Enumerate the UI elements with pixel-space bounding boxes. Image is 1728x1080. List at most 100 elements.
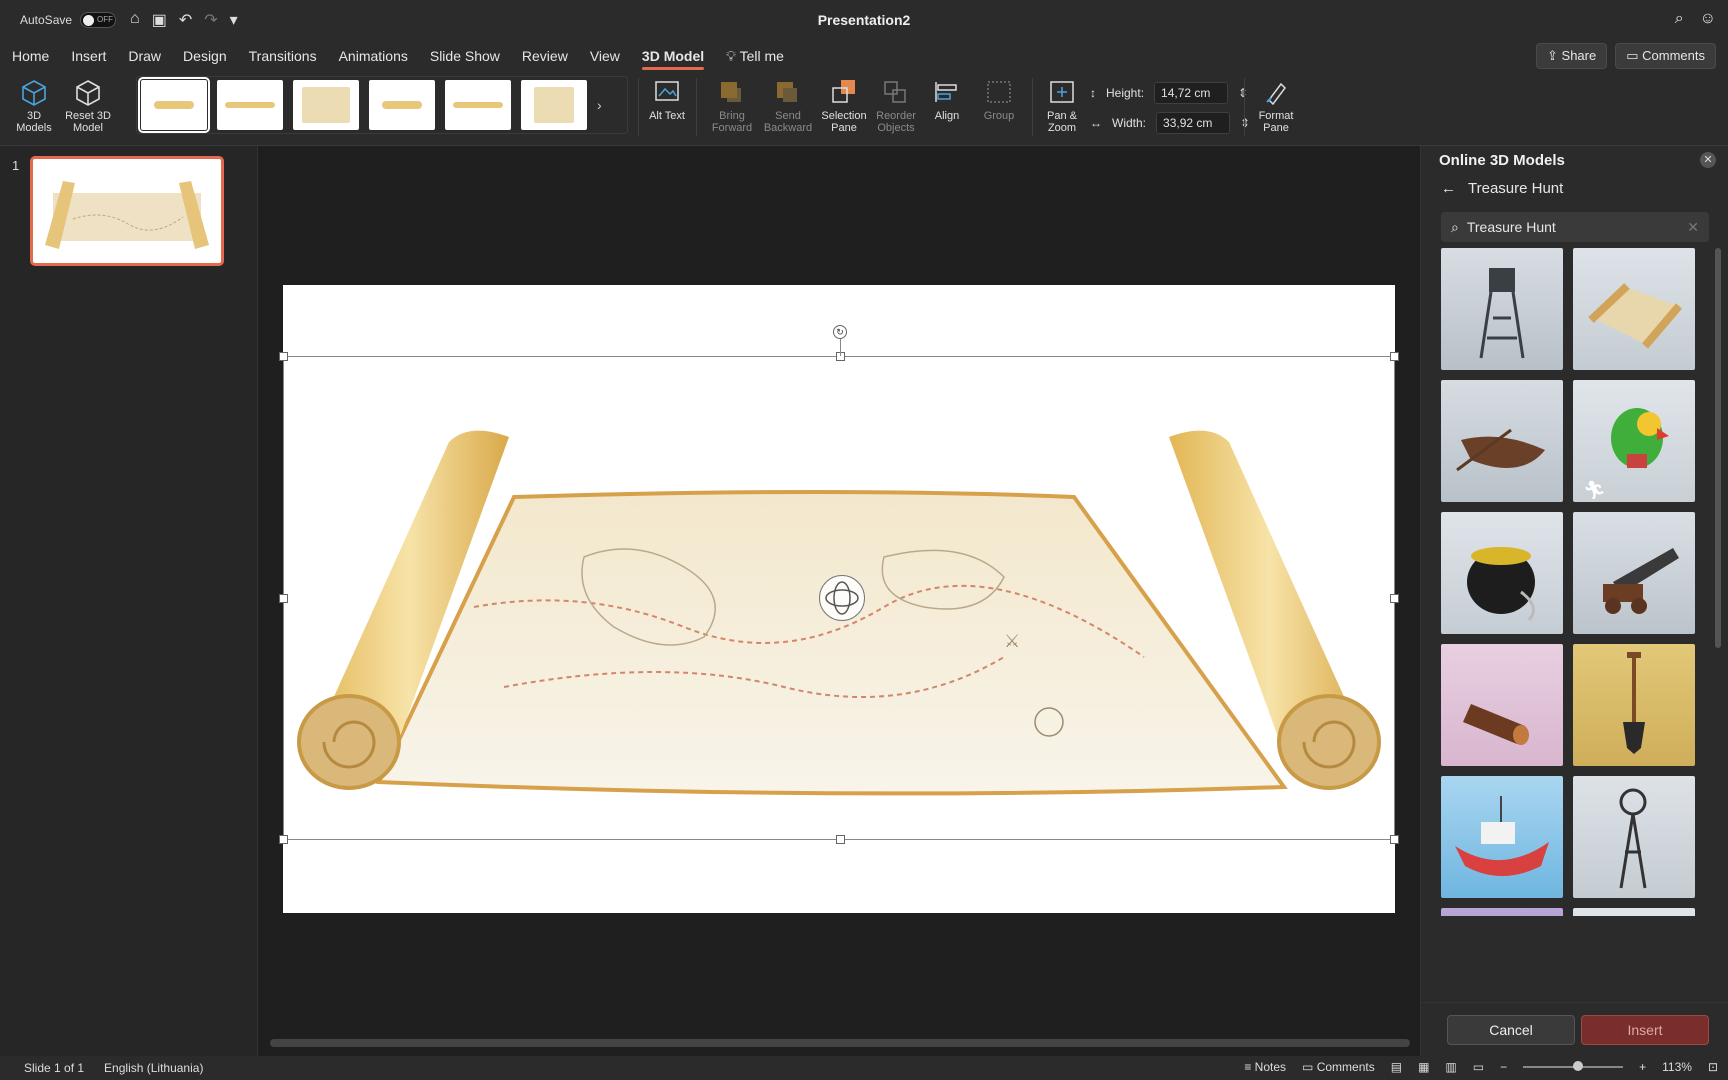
customize-toolbar-icon[interactable]: ▾: [230, 10, 238, 30]
comments-button[interactable]: ▭ Comments: [1615, 43, 1716, 69]
zoom-in-icon[interactable]: +: [1639, 1060, 1646, 1074]
slide-thumbnail[interactable]: [30, 156, 224, 266]
zoom-slider[interactable]: [1523, 1061, 1624, 1071]
horizontal-scrollbar[interactable]: [270, 1039, 1410, 1047]
model-tile-pot-of-gold[interactable]: [1441, 512, 1563, 634]
redo-icon[interactable]: ↷: [204, 10, 217, 30]
status-comments-button[interactable]: ▭ Comments: [1302, 1060, 1375, 1074]
model-tile-rowboat[interactable]: [1441, 380, 1563, 502]
model-tile-shovel[interactable]: [1573, 644, 1695, 766]
tell-me-search[interactable]: 💡︎ Tell me: [726, 42, 784, 71]
gallery-more-icon[interactable]: ›: [597, 97, 602, 113]
tab-animations[interactable]: Animations: [339, 42, 408, 70]
slide-sorter-icon[interactable]: ▦: [1418, 1060, 1429, 1074]
reading-view-icon[interactable]: ▥: [1445, 1060, 1456, 1074]
alt-text-label: Alt Text: [649, 110, 685, 122]
search-icon[interactable]: ⌕: [1675, 10, 1684, 28]
model-tile-pirate-car[interactable]: [1573, 908, 1695, 916]
model-tile-parrot[interactable]: 🏃︎: [1573, 380, 1695, 502]
reset-3d-model-button[interactable]: Reset 3D Model: [62, 78, 114, 134]
model-tile-windmill[interactable]: [1573, 776, 1695, 898]
resize-handle[interactable]: [279, 594, 288, 603]
resize-handle[interactable]: [1390, 835, 1399, 844]
selection-pane-button[interactable]: Selection Pane: [816, 78, 872, 134]
resize-handle[interactable]: [836, 835, 845, 844]
pan-zoom-button[interactable]: Pan & Zoom: [1038, 78, 1086, 134]
home-icon[interactable]: ⌂: [130, 10, 140, 30]
tab-insert[interactable]: Insert: [71, 42, 106, 70]
width-icon: ↔: [1090, 116, 1102, 130]
reorder-objects-button[interactable]: Reorder Objects: [866, 78, 926, 134]
model-tile-treasure-map[interactable]: [1573, 248, 1695, 370]
svg-text:🏃︎: 🏃︎: [1583, 480, 1606, 501]
resize-handle[interactable]: [1390, 594, 1399, 603]
width-stepper-icon[interactable]: ⇕: [1240, 116, 1250, 130]
zoom-out-icon[interactable]: −: [1500, 1060, 1507, 1074]
resize-handle[interactable]: [1390, 352, 1399, 361]
tab-home[interactable]: Home: [12, 42, 49, 70]
fishing-boat-icon: [1455, 796, 1549, 876]
model-tile-cannon[interactable]: [1573, 512, 1695, 634]
resize-handle[interactable]: [279, 835, 288, 844]
close-icon[interactable]: ✕: [1700, 152, 1716, 168]
share-button[interactable]: ⇪ Share: [1536, 43, 1608, 69]
back-arrow-icon[interactable]: ←: [1441, 180, 1456, 197]
treasure-map-icon: [1588, 283, 1683, 349]
view-preset[interactable]: [521, 80, 587, 130]
undo-icon[interactable]: ↶: [179, 10, 192, 30]
3d-rotate-handle-icon[interactable]: [819, 575, 865, 621]
autosave-toggle[interactable]: OFF: [80, 12, 117, 28]
bring-forward-icon: [721, 82, 741, 102]
tab-view[interactable]: View: [590, 42, 620, 70]
align-button[interactable]: Align: [922, 78, 972, 122]
autosave-control[interactable]: AutoSave OFF: [20, 12, 117, 28]
title-bar: AutoSave OFF ⌂ ▣ ↶ ↷ ▾ Presentation2 ⌕ ☺: [0, 0, 1728, 40]
3d-models-button[interactable]: 3D Models: [10, 78, 58, 134]
windmill-icon: [1619, 788, 1647, 889]
model-tile-log[interactable]: [1441, 644, 1563, 766]
format-pane-label: Format Pane: [1258, 110, 1294, 134]
rotate-icon[interactable]: ↻: [833, 325, 847, 339]
bring-forward-button[interactable]: Bring Forward: [702, 78, 762, 134]
alt-text-button[interactable]: Alt Text: [644, 78, 690, 122]
view-preset[interactable]: [293, 80, 359, 130]
height-input[interactable]: 14,72 cm: [1154, 82, 1229, 104]
3d-model-object[interactable]: ⚔: [279, 352, 1399, 844]
insert-button[interactable]: Insert: [1581, 1015, 1709, 1045]
clear-search-icon[interactable]: ✕: [1687, 219, 1699, 236]
svg-text:⚔: ⚔: [1004, 631, 1020, 651]
view-preset[interactable]: [445, 80, 511, 130]
slideshow-icon[interactable]: ▭: [1473, 1060, 1484, 1074]
model-tile-treasure-chest[interactable]: [1441, 908, 1563, 916]
tab-slide-show[interactable]: Slide Show: [430, 42, 500, 70]
notes-icon: ≡: [1244, 1060, 1255, 1074]
width-input[interactable]: 33,92 cm: [1156, 112, 1231, 134]
format-pane-button[interactable]: Format Pane: [1250, 78, 1302, 134]
group-button[interactable]: Group: [974, 78, 1024, 122]
tab-3d-model[interactable]: 3D Model: [641, 42, 705, 70]
resize-handle[interactable]: [279, 352, 288, 361]
tab-transitions[interactable]: Transitions: [249, 42, 317, 70]
notes-button[interactable]: ≡ Notes: [1244, 1060, 1286, 1074]
save-icon[interactable]: ▣: [152, 10, 167, 30]
tab-review[interactable]: Review: [522, 42, 568, 70]
slide-canvas[interactable]: ⚔ ↻: [279, 285, 1399, 913]
model-tile-fishing-boat[interactable]: [1441, 776, 1563, 898]
account-icon[interactable]: ☺: [1700, 10, 1716, 28]
panel-scrollbar[interactable]: [1715, 248, 1721, 648]
view-preset[interactable]: [369, 80, 435, 130]
language-indicator[interactable]: English (Lithuania): [104, 1061, 203, 1075]
zoom-level[interactable]: 113%: [1662, 1060, 1692, 1074]
send-backward-button[interactable]: Send Backward: [758, 78, 818, 134]
cancel-button[interactable]: Cancel: [1447, 1015, 1575, 1045]
fit-slide-icon[interactable]: ⊡: [1708, 1060, 1718, 1074]
tab-design[interactable]: Design: [183, 42, 227, 70]
model-tile-water-tower[interactable]: [1441, 248, 1563, 370]
view-preset[interactable]: [138, 77, 210, 133]
normal-view-icon[interactable]: ▤: [1391, 1060, 1402, 1074]
comment-icon: ▭: [1302, 1060, 1317, 1074]
back-to-categories[interactable]: ← Treasure Hunt: [1441, 180, 1563, 197]
tab-draw[interactable]: Draw: [128, 42, 161, 70]
view-preset[interactable]: [217, 80, 283, 130]
model-search-input[interactable]: ⌕ Treasure Hunt ✕: [1441, 212, 1709, 242]
